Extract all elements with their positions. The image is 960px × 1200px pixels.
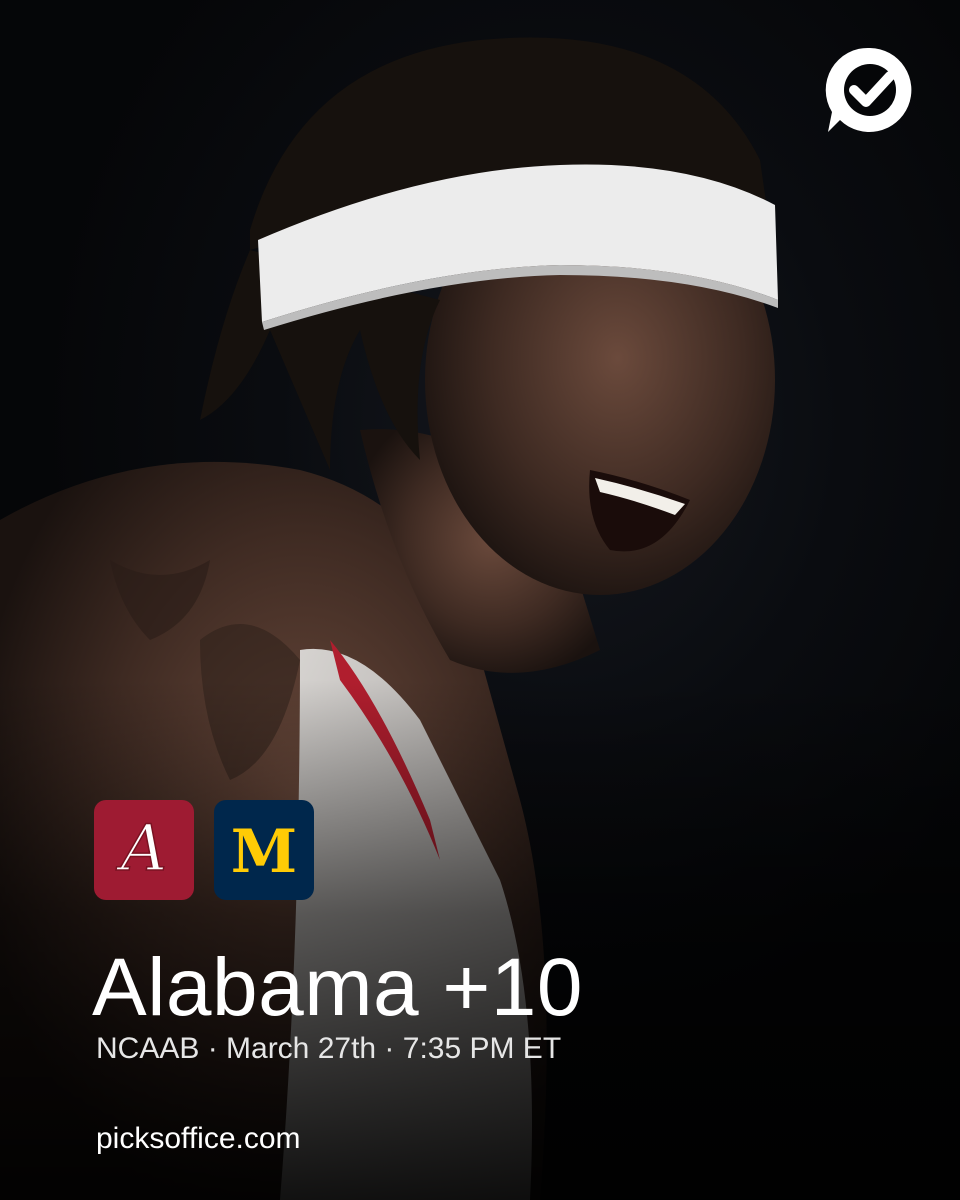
- promo-card: A M Alabama +10 NCAAB · March 27th · 7:3…: [0, 0, 960, 1200]
- alabama-logo-letter: A: [116, 812, 167, 886]
- pick-headline: Alabama +10: [92, 942, 584, 1033]
- alabama-script-a-logo: A: [94, 800, 194, 900]
- check-speech-bubble-icon: [820, 40, 920, 140]
- michigan-logo-letter: M: [231, 817, 297, 887]
- game-info: NCAAB · March 27th · 7:35 PM ET: [96, 1032, 562, 1065]
- michigan-block-m-logo: M: [214, 800, 314, 900]
- website-link[interactable]: picksoffice.com: [96, 1120, 301, 1158]
- matchup-logos: A M: [94, 800, 314, 900]
